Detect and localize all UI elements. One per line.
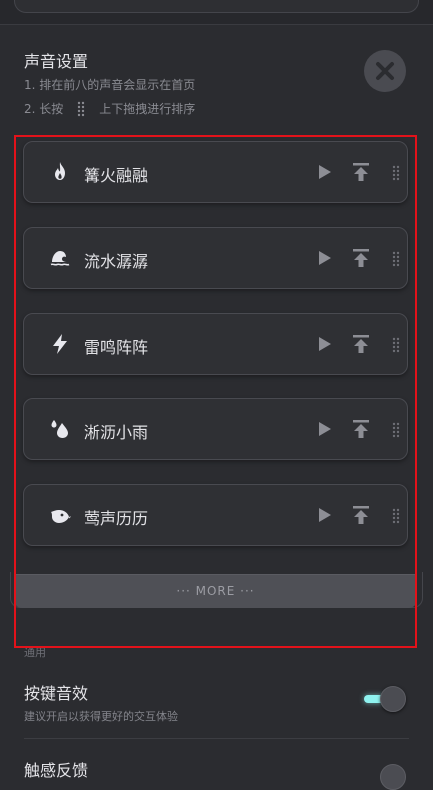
play-icon[interactable]: [318, 336, 332, 352]
sound-item-birdsong[interactable]: 莺声历历: [23, 484, 408, 546]
haptic-feedback-title: 触感反馈: [24, 761, 89, 780]
key-sound-toggle[interactable]: [362, 686, 408, 712]
pin-to-top-icon[interactable]: [352, 248, 370, 268]
key-sound-description: 建议开启以获得更好的交互体验: [24, 710, 178, 723]
play-icon[interactable]: [318, 164, 332, 180]
play-icon[interactable]: [318, 421, 332, 437]
more-button[interactable]: ··· MORE ···: [14, 574, 417, 608]
hint-drag-prefix: 2. 长按: [24, 102, 64, 116]
sound-item-thunder[interactable]: 雷鸣阵阵: [23, 313, 408, 375]
sound-label: 流水潺潺: [84, 252, 149, 271]
drag-handle-icon[interactable]: [392, 337, 400, 353]
close-button[interactable]: [364, 50, 406, 92]
sound-item-stream[interactable]: 流水潺潺: [23, 227, 408, 289]
sound-item-campfire[interactable]: 篝火融融: [23, 141, 408, 203]
sound-label: 淅沥小雨: [84, 423, 149, 442]
pin-to-top-icon[interactable]: [352, 162, 370, 182]
drag-handle-icon[interactable]: [392, 422, 400, 438]
bird-icon: [51, 510, 71, 523]
drag-handle-icon[interactable]: [392, 165, 400, 181]
raindrop-icon: [51, 420, 68, 438]
pin-to-top-icon[interactable]: [352, 419, 370, 439]
sound-settings-title: 声音设置: [24, 52, 89, 71]
sound-item-light-rain[interactable]: 淅沥小雨: [23, 398, 408, 460]
sound-label: 雷鸣阵阵: [84, 338, 149, 357]
water-icon: [50, 251, 70, 266]
close-icon: [376, 62, 394, 80]
play-icon[interactable]: [318, 507, 332, 523]
key-sound-title: 按键音效: [24, 684, 89, 703]
sound-label: 篝火融融: [84, 166, 149, 185]
drag-handle-icon[interactable]: [392, 251, 400, 267]
pin-to-top-icon[interactable]: [352, 334, 370, 354]
drag-handle-icon: [78, 101, 85, 116]
hint-drag-sort: 2. 长按 上下拖拽进行排序: [24, 100, 195, 117]
sound-label: 莺声历历: [84, 509, 149, 528]
hint-drag-suffix: 上下拖拽进行排序: [99, 102, 196, 116]
drag-handle-icon[interactable]: [392, 508, 400, 524]
toggle-knob: [380, 686, 406, 712]
play-icon[interactable]: [318, 250, 332, 266]
lightning-icon: [53, 334, 67, 354]
previous-panel-edge: [0, 0, 433, 25]
pin-to-top-icon[interactable]: [352, 505, 370, 525]
haptic-feedback-toggle[interactable]: [380, 764, 406, 790]
hint-top-eight: 1. 排在前八的声音会显示在首页: [24, 78, 196, 92]
general-section-label: 通用: [24, 646, 46, 659]
divider: [24, 738, 409, 739]
flame-icon: [55, 162, 65, 180]
